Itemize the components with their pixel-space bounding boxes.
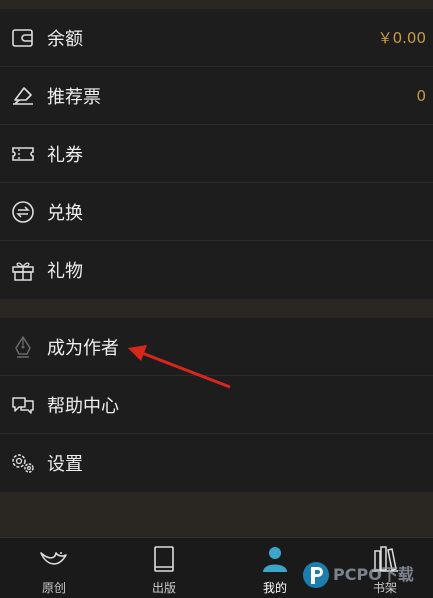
- svg-text:PCPO下载: PCPO下载: [333, 565, 414, 584]
- menu-row-help-center[interactable]: 帮助中心: [0, 376, 433, 434]
- balance-value: ￥0.00: [377, 29, 426, 47]
- menu-label: 推荐票: [47, 86, 101, 108]
- menu-row-coupon[interactable]: 礼券: [0, 125, 433, 183]
- more-section: 成为作者 帮助中心 设置: [0, 318, 433, 492]
- top-strip: [0, 0, 433, 9]
- menu-row-become-author[interactable]: 成为作者: [0, 318, 433, 376]
- exchange-icon: [12, 200, 34, 223]
- menu-label: 兑换: [47, 202, 83, 224]
- recommend-ticket-count: 0: [416, 86, 426, 105]
- help-chat-icon: [12, 396, 34, 414]
- tab-publish[interactable]: 出版: [124, 538, 204, 598]
- coupon-icon: [12, 146, 34, 161]
- menu-label: 成为作者: [47, 337, 119, 359]
- tab-label: 出版: [151, 581, 176, 595]
- tab-label: 原创: [41, 581, 66, 595]
- menu-row-exchange[interactable]: 兑换: [0, 183, 433, 241]
- bird-icon: [40, 552, 67, 565]
- tab-original[interactable]: 原创: [14, 538, 94, 598]
- book-icon: [154, 546, 174, 572]
- watermark-logo: PCPO下载: [303, 562, 414, 588]
- menu-row-balance[interactable]: 余额 ￥0.00: [0, 9, 433, 67]
- menu-row-recommend-ticket[interactable]: 推荐票 0: [0, 67, 433, 125]
- recommend-ticket-icon: [13, 86, 33, 105]
- menu-label: 帮助中心: [47, 395, 119, 417]
- user-icon: [263, 547, 287, 572]
- wallet-section: 余额 ￥0.00 推荐票 0 礼券 兑换 礼物: [0, 9, 433, 299]
- menu-label: 礼券: [47, 144, 83, 166]
- menu-row-gift[interactable]: 礼物: [0, 241, 433, 299]
- menu-label: 余额: [47, 28, 83, 50]
- menu-label: 礼物: [47, 261, 83, 282]
- pen-nib-icon: [15, 335, 31, 358]
- menu-label: 设置: [47, 454, 83, 475]
- section-divider: [0, 299, 433, 318]
- wallet-icon: [12, 28, 33, 47]
- menu-row-settings[interactable]: 设置: [0, 434, 433, 492]
- settings-gears-icon: [12, 454, 34, 473]
- gift-icon: [12, 262, 34, 281]
